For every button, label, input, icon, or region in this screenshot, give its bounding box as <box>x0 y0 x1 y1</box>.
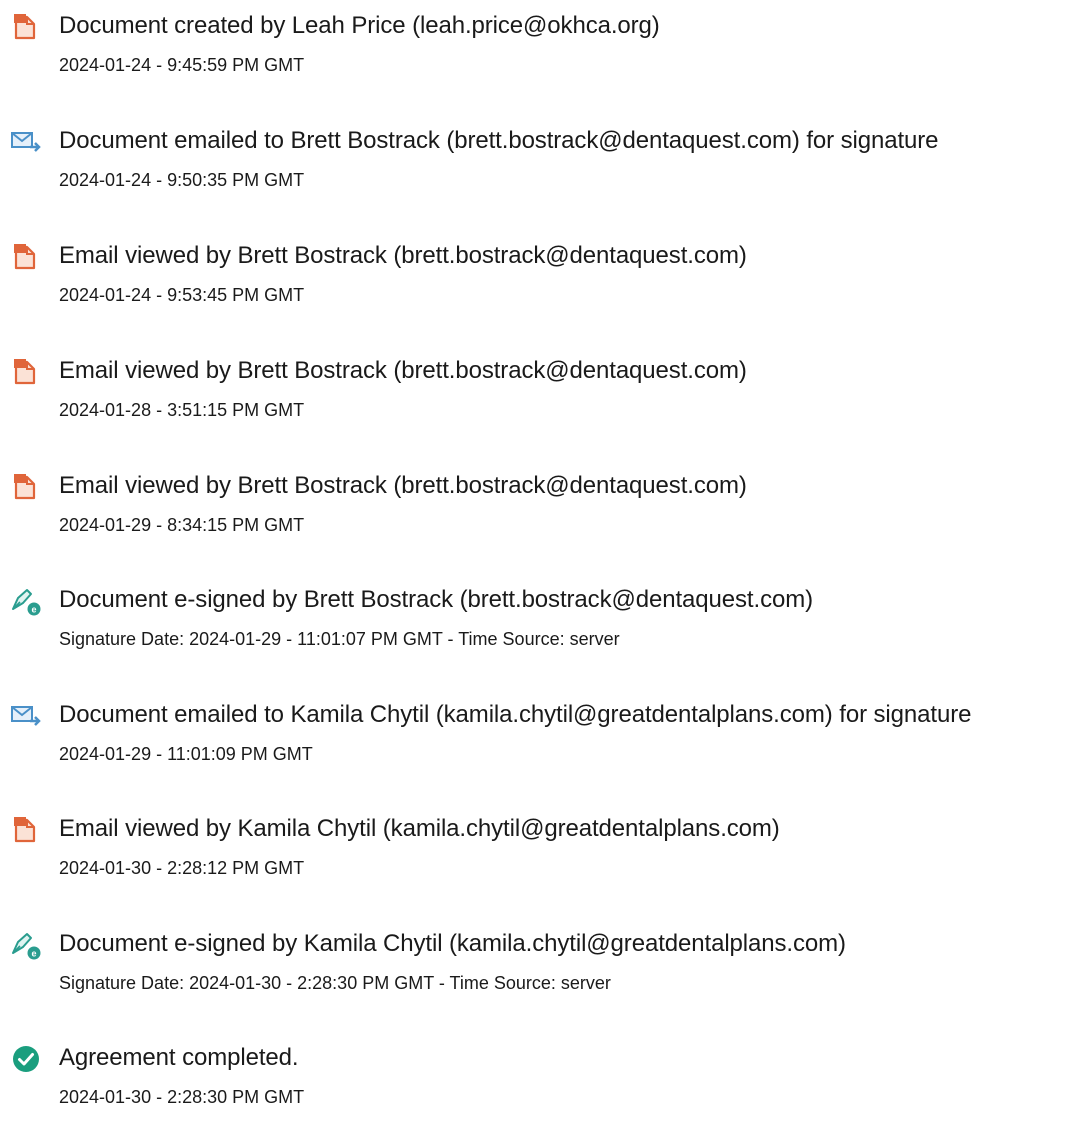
email-sent-icon <box>10 126 42 158</box>
history-event: Document emailed to Kamila Chytil (kamil… <box>0 700 1083 800</box>
event-timestamp: 2024-01-30 - 2:28:30 PM GMT <box>59 1087 305 1107</box>
event-title: Email viewed by Kamila Chytil (kamila.ch… <box>59 815 780 842</box>
history-event: Document emailed to Brett Bostrack (bret… <box>0 126 1083 226</box>
history-event: Email viewed by Brett Bostrack (brett.bo… <box>0 241 1083 341</box>
audit-history: Document created by Leah Price (leah.pri… <box>0 0 1083 1107</box>
svg-text:e: e <box>31 605 36 615</box>
event-timestamp: 2024-01-29 - 11:01:09 PM GMT <box>59 744 313 764</box>
history-event: Document created by Leah Price (leah.pri… <box>0 11 1083 111</box>
event-signature-detail: Signature Date: 2024-01-30 - 2:28:30 PM … <box>59 973 611 993</box>
event-title: Document e-signed by Brett Bostrack (bre… <box>59 586 813 613</box>
check-circle-icon <box>10 1043 42 1075</box>
event-title: Document emailed to Kamila Chytil (kamil… <box>59 701 972 728</box>
event-title: Document created by Leah Price (leah.pri… <box>59 12 660 39</box>
event-timestamp: 2024-01-30 - 2:28:12 PM GMT <box>59 858 305 878</box>
event-timestamp: 2024-01-28 - 3:51:15 PM GMT <box>59 400 305 420</box>
event-title: Email viewed by Brett Bostrack (brett.bo… <box>59 472 747 499</box>
event-timestamp: 2024-01-24 - 9:53:45 PM GMT <box>59 285 305 305</box>
event-title: Document e-signed by Kamila Chytil (kami… <box>59 930 846 957</box>
event-title: Document emailed to Brett Bostrack (bret… <box>59 127 939 154</box>
e-sign-pen-icon: e <box>10 585 42 617</box>
event-signature-detail: Signature Date: 2024-01-29 - 11:01:07 PM… <box>59 629 620 649</box>
document-viewed-icon <box>10 356 42 388</box>
event-title: Email viewed by Brett Bostrack (brett.bo… <box>59 357 747 384</box>
history-event: Email viewed by Brett Bostrack (brett.bo… <box>0 471 1083 571</box>
document-viewed-icon <box>10 241 42 273</box>
document-viewed-icon <box>10 814 42 846</box>
history-event: e Document e-signed by Brett Bostrack (b… <box>0 585 1083 685</box>
svg-text:e: e <box>31 949 36 959</box>
event-title: Email viewed by Brett Bostrack (brett.bo… <box>59 242 747 269</box>
document-viewed-icon <box>10 471 42 503</box>
email-sent-icon <box>10 700 42 732</box>
history-event: Email viewed by Kamila Chytil (kamila.ch… <box>0 814 1083 914</box>
history-event: Email viewed by Brett Bostrack (brett.bo… <box>0 356 1083 456</box>
event-timestamp: 2024-01-24 - 9:45:59 PM GMT <box>59 55 305 75</box>
history-event: e Document e-signed by Kamila Chytil (ka… <box>0 929 1083 1029</box>
event-title: Agreement completed. <box>59 1044 299 1071</box>
document-created-icon <box>10 11 42 43</box>
history-event: Agreement completed. 2024-01-30 - 2:28:3… <box>0 1043 1083 1143</box>
event-timestamp: 2024-01-29 - 8:34:15 PM GMT <box>59 515 305 535</box>
e-sign-pen-icon: e <box>10 929 42 961</box>
event-timestamp: 2024-01-24 - 9:50:35 PM GMT <box>59 170 305 190</box>
